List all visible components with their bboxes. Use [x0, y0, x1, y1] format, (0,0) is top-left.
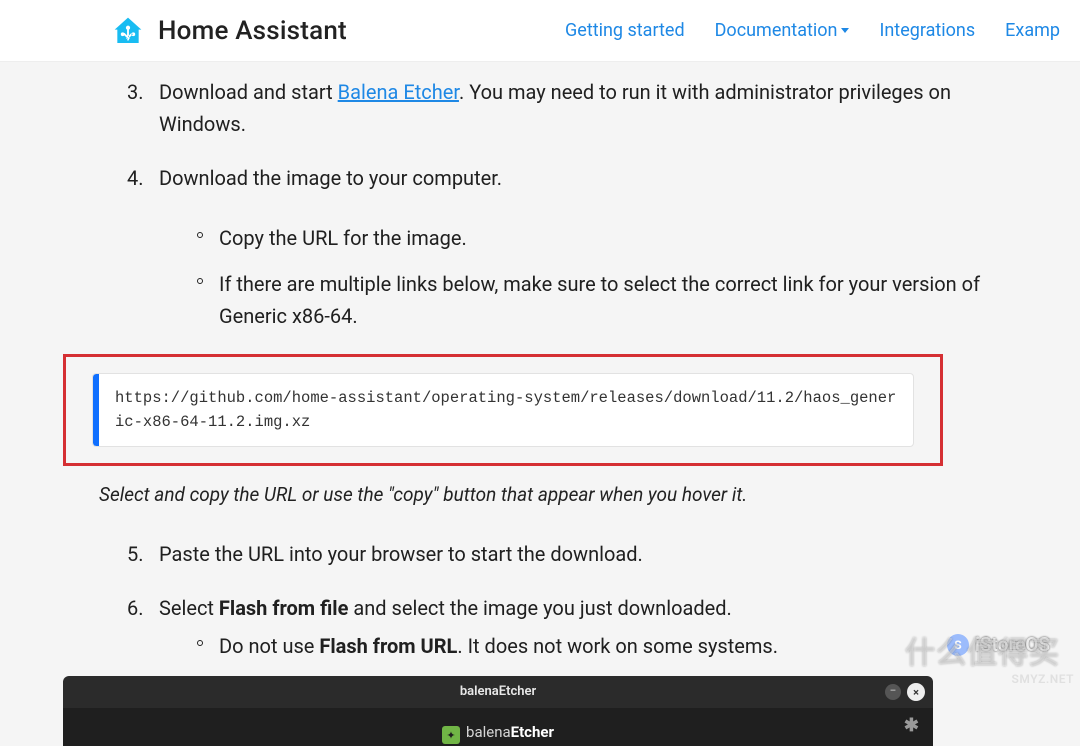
nav-examples[interactable]: Examp	[1005, 20, 1060, 41]
step-text: Paste the URL into your browser to start…	[159, 542, 643, 566]
caption-text: Select and copy the URL or use the "copy…	[99, 480, 1040, 510]
step-5: 5. Paste the URL into your browser to st…	[95, 538, 1040, 570]
code-box[interactable]: https://github.com/home-assistant/operat…	[92, 373, 914, 447]
bullet-icon	[197, 640, 203, 646]
nav-integrations[interactable]: Integrations	[879, 20, 975, 41]
step-4: 4. Download the image to your computer. …	[95, 162, 1040, 332]
step-number: 4.	[127, 162, 144, 194]
window-controls: – ×	[885, 683, 925, 701]
step-4-sublist: Copy the URL for the image. If there are…	[159, 222, 1040, 332]
instruction-list: 3. Download and start Balena Etcher. You…	[95, 76, 1040, 332]
window-title: balenaEtcher	[460, 682, 536, 703]
etcher-titlebar: balenaEtcher – ×	[63, 676, 933, 708]
top-nav: Getting started Documentation Integratio…	[565, 20, 1060, 41]
step-6: 6. Select Flash from file and select the…	[95, 592, 1040, 662]
step-number: 5.	[127, 538, 144, 570]
etcher-header: ✦ balenaEtcher ✱	[63, 708, 933, 746]
brand-name: Home Assistant	[158, 16, 347, 46]
step-text: Download and start Balena Etcher. You ma…	[159, 80, 951, 136]
watermark-smyznet: SMYZ.NET	[1012, 672, 1074, 686]
instruction-list-cont: 5. Paste the URL into your browser to st…	[95, 538, 1040, 662]
step-number: 3.	[127, 76, 144, 108]
list-item: Copy the URL for the image.	[159, 222, 1040, 254]
step-number: 6.	[127, 592, 144, 624]
nav-getting-started[interactable]: Getting started	[565, 20, 685, 41]
nav-documentation[interactable]: Documentation	[715, 20, 850, 41]
minimize-button[interactable]: –	[885, 684, 901, 700]
bullet-icon	[197, 232, 203, 238]
settings-icon[interactable]: ✱	[904, 712, 919, 741]
balena-etcher-link[interactable]: Balena Etcher	[338, 80, 459, 104]
home-assistant-logo-icon	[112, 15, 144, 47]
balena-logo-icon: ✦	[442, 726, 460, 744]
close-button[interactable]: ×	[907, 683, 925, 701]
highlighted-url-box: https://github.com/home-assistant/operat…	[63, 354, 943, 466]
step-text: Download the image to your computer.	[159, 166, 502, 190]
chevron-down-icon	[841, 28, 849, 33]
step-text: Select Flash from file and select the im…	[159, 596, 732, 620]
brand-block[interactable]: Home Assistant	[112, 15, 347, 47]
site-header: Home Assistant Getting started Documenta…	[0, 0, 1080, 62]
balena-etcher-screenshot: balenaEtcher – × ✦ balenaEtcher ✱	[63, 676, 933, 746]
etcher-wordmark: balenaEtcher	[466, 720, 554, 744]
watermark-smzdm: 什么值得买	[905, 628, 1060, 672]
bullet-icon	[197, 278, 203, 284]
list-item: If there are multiple links below, make …	[159, 268, 1040, 332]
step-3: 3. Download and start Balena Etcher. You…	[95, 76, 1040, 140]
download-url: https://github.com/home-assistant/operat…	[99, 374, 913, 446]
